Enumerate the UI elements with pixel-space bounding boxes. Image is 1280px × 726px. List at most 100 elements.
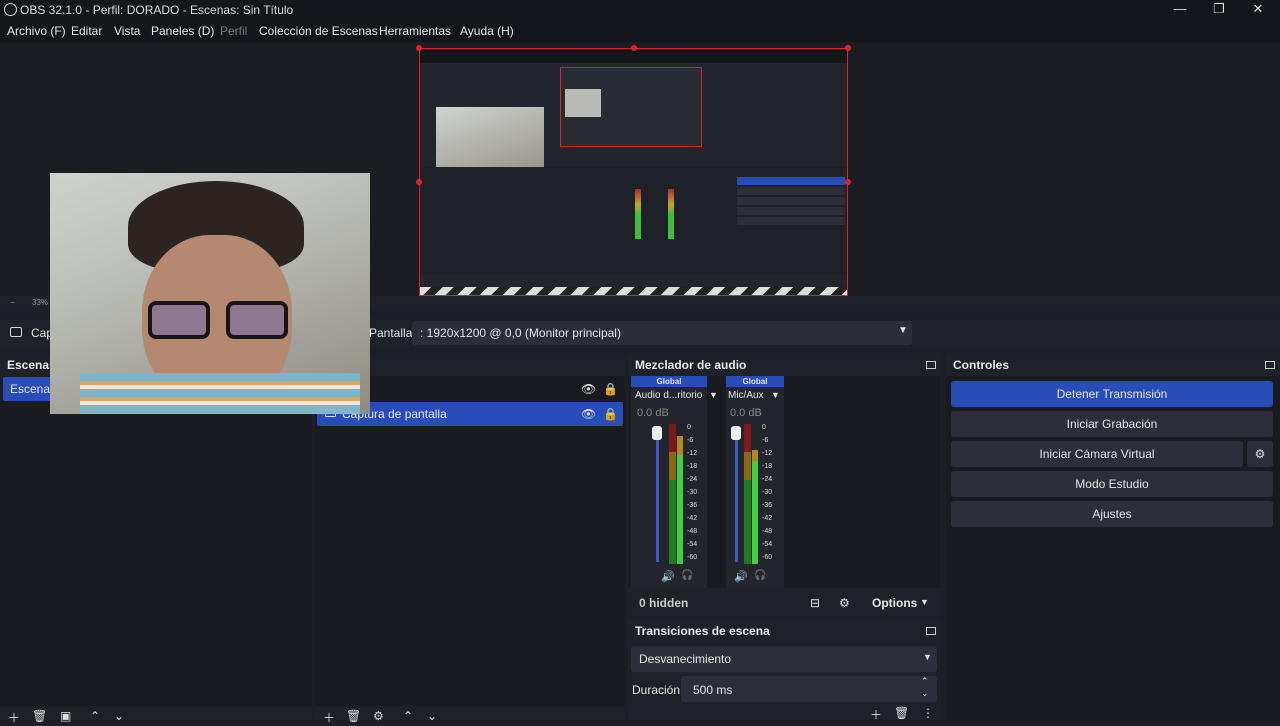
studio-mode-button[interactable]: Modo Estudio [951, 471, 1273, 497]
mixer-channel-mic: Global Mic/Aux ▼ 0.0 dB 0 -6 -12 -18 -24… [726, 376, 784, 588]
webcam-video [50, 173, 370, 414]
filter-scene-icon[interactable]: ▣ [60, 709, 71, 723]
menu-ayuda[interactable]: Ayuda (H) [460, 24, 514, 38]
window-title: OBS 32.1.0 - Perfil: DORADO - Escenas: S… [20, 3, 294, 17]
chevron-down-icon: ▼ [920, 597, 929, 607]
menu-bar: Archivo (F) Editar Vista Paneles (D) Per… [0, 20, 1280, 42]
add-scene-icon[interactable]: ＋ [8, 709, 20, 726]
channel-db: 0.0 dB [730, 407, 762, 419]
remove-source-icon[interactable]: 🗑 [346, 709, 361, 723]
duration-spinbox[interactable]: 500 ms ⌃ ⌄ [681, 676, 937, 702]
zoom-level: 33% [32, 298, 49, 307]
shirt [80, 373, 360, 414]
glasses-left [148, 301, 210, 339]
channel-name: Mic/Aux [728, 390, 764, 401]
options-button[interactable]: Options ▼ [864, 594, 934, 612]
move-up-icon[interactable]: ⌃ [403, 709, 413, 723]
chevron-down-icon[interactable]: ⌄ [921, 688, 929, 699]
lock-icon[interactable]: 🔒 [603, 382, 618, 396]
level-meter-fill [752, 450, 758, 564]
move-up-icon[interactable]: ⌃ [90, 709, 100, 723]
start-virtual-camera-button[interactable]: Iniciar Cámara Virtual [951, 441, 1243, 467]
stop-stream-button[interactable]: Detener Transmisión [951, 381, 1273, 407]
add-source-icon[interactable]: ＋ [323, 709, 335, 726]
menu-archivo[interactable]: Archivo (F) [7, 24, 66, 38]
audio-mixer-dock: Mezclador de audio Global Audio d...rito… [628, 354, 940, 616]
menu-paneles[interactable]: Paneles (D) [151, 24, 214, 38]
level-meter-fill [677, 436, 683, 564]
screen-capture-source[interactable] [419, 48, 848, 296]
resize-handle-tl[interactable] [416, 45, 422, 51]
channel-scope-badge: Global [631, 376, 707, 387]
float-dock-icon[interactable] [1265, 361, 1275, 369]
options-label: Options [872, 596, 918, 610]
advanced-audio-icon[interactable]: ⚙ [839, 596, 850, 610]
transitions-dock: Transiciones de escena Desvanecimiento ▼… [628, 620, 940, 723]
restore-icon[interactable]: ❐ [1210, 1, 1228, 19]
volume-slider-handle[interactable] [731, 426, 741, 440]
level-meter [669, 424, 676, 564]
remove-scene-icon[interactable]: 🗑 [32, 709, 47, 723]
transition-select[interactable]: Desvanecimiento ▼ [631, 646, 937, 672]
menu-vista[interactable]: Vista [114, 24, 140, 38]
resize-handle-top[interactable] [631, 45, 637, 51]
glasses-right [226, 301, 288, 339]
scene-item[interactable]: Escena [3, 377, 53, 401]
menu-editar[interactable]: Editar [71, 24, 102, 38]
volume-slider-track[interactable] [656, 426, 659, 562]
source-properties-icon[interactable]: ⚙ [373, 709, 384, 723]
settings-button[interactable]: Ajustes [951, 501, 1273, 527]
controls-title: Controles [946, 354, 1280, 374]
channel-name: Audio d...ritorio [635, 390, 703, 401]
menu-coleccion-escenas[interactable]: Colección de Escenas [259, 24, 378, 38]
float-dock-icon[interactable] [926, 627, 936, 635]
eye-icon[interactable]: 👁 [581, 382, 596, 396]
close-icon[interactable]: ✕ [1249, 1, 1267, 19]
resize-handle-left[interactable] [416, 179, 422, 185]
chevron-up-icon[interactable]: ⌃ [921, 676, 929, 687]
display-select[interactable]: : 1920x1200 @ 0,0 (Monitor principal) ▼ [412, 321, 912, 345]
level-meter [744, 424, 751, 564]
start-recording-button[interactable]: Iniciar Grabación [951, 411, 1273, 437]
channel-scope-badge: Global [726, 376, 784, 387]
add-transition-icon[interactable]: ＋ [870, 706, 882, 723]
volume-slider-track[interactable] [735, 426, 738, 562]
resize-handle-tr[interactable] [845, 45, 851, 51]
hidden-count: 0 hidden [639, 596, 689, 610]
lock-icon[interactable]: 🔒 [603, 407, 618, 421]
menu-perfil[interactable]: Perfil [220, 24, 247, 38]
layout-icon[interactable]: ⊟ [810, 596, 820, 610]
transitions-title: Transiciones de escena [628, 620, 940, 640]
speaker-icon[interactable]: 🔊 [661, 570, 675, 583]
display-capture-icon [10, 327, 22, 337]
headphones-icon[interactable]: 🎧 [681, 570, 693, 581]
transition-select-value: Desvanecimiento [639, 652, 732, 666]
obs-logo-icon [4, 3, 17, 16]
chevron-down-icon: ▼ [898, 325, 908, 336]
scenes-list [0, 376, 312, 706]
zoom-out-icon[interactable]: − [10, 298, 15, 307]
remove-transition-icon[interactable]: 🗑 [894, 706, 909, 720]
duration-value: 500 ms [693, 683, 733, 697]
virtual-camera-settings-icon[interactable]: ⚙ [1247, 441, 1273, 467]
mixer-channel-desktop: Global Audio d...ritorio ▼ 0.0 dB 0 -6 -… [631, 376, 718, 588]
more-icon[interactable]: ⋮ [922, 706, 934, 720]
minimize-icon[interactable]: — [1171, 1, 1189, 19]
display-property-label: Pantalla [369, 326, 413, 340]
controls-dock: Controles Detener Transmisión Iniciar Gr… [946, 354, 1280, 720]
resize-handle-right[interactable] [845, 179, 851, 185]
headphones-icon[interactable]: 🎧 [754, 570, 766, 581]
move-down-icon[interactable]: ⌄ [427, 709, 437, 723]
eye-icon[interactable]: 👁 [581, 407, 596, 421]
menu-herramientas[interactable]: Herramientas [379, 24, 451, 38]
chevron-down-icon: ▼ [923, 652, 932, 662]
chevron-down-icon[interactable]: ▼ [709, 390, 718, 400]
move-down-icon[interactable]: ⌄ [114, 709, 124, 723]
chevron-down-icon[interactable]: ▼ [771, 390, 780, 400]
duration-label: Duración [632, 683, 681, 697]
channel-db: 0.0 dB [637, 407, 669, 419]
display-select-value: : 1920x1200 @ 0,0 (Monitor principal) [420, 326, 621, 340]
speaker-icon[interactable]: 🔊 [734, 570, 748, 583]
volume-slider-handle[interactable] [652, 426, 662, 440]
float-dock-icon[interactable] [926, 361, 936, 369]
